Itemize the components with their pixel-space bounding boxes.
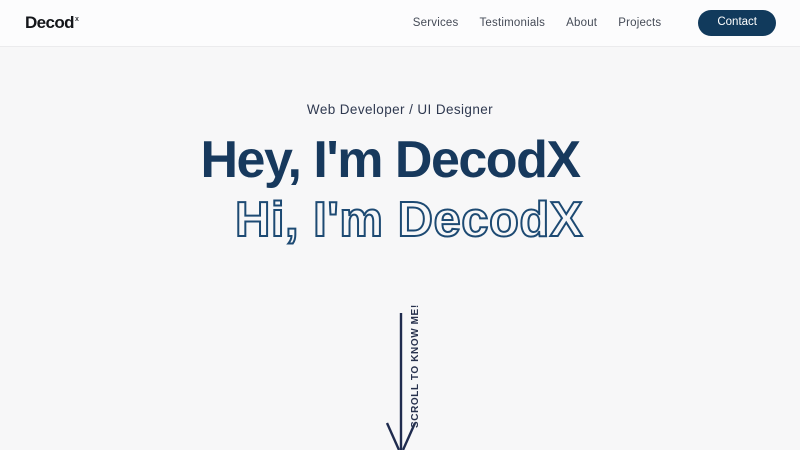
scroll-label: SCROLL TO KNOW ME!	[410, 306, 421, 428]
site-header: Decodx Services Testimonials About Proje…	[0, 0, 800, 47]
main-nav: Services Testimonials About Projects Con…	[413, 10, 776, 36]
nav-link-services[interactable]: Services	[413, 17, 459, 29]
hero-title-solid: Hey, I'm DecodX	[200, 133, 579, 188]
nav-link-projects[interactable]: Projects	[618, 17, 661, 29]
logo[interactable]: Decodx	[25, 13, 78, 33]
hero-section: Web Developer / UI Designer Hey, I'm Dec…	[0, 47, 800, 246]
logo-text: Decod	[25, 13, 74, 33]
logo-mark: x	[75, 16, 78, 23]
hero-subtitle: Web Developer / UI Designer	[307, 102, 493, 117]
nav-link-testimonials[interactable]: Testimonials	[479, 17, 545, 29]
hero-title-outline: Hi, I'm DecodX	[235, 195, 583, 246]
nav-link-about[interactable]: About	[566, 17, 597, 29]
contact-button[interactable]: Contact	[698, 10, 776, 36]
